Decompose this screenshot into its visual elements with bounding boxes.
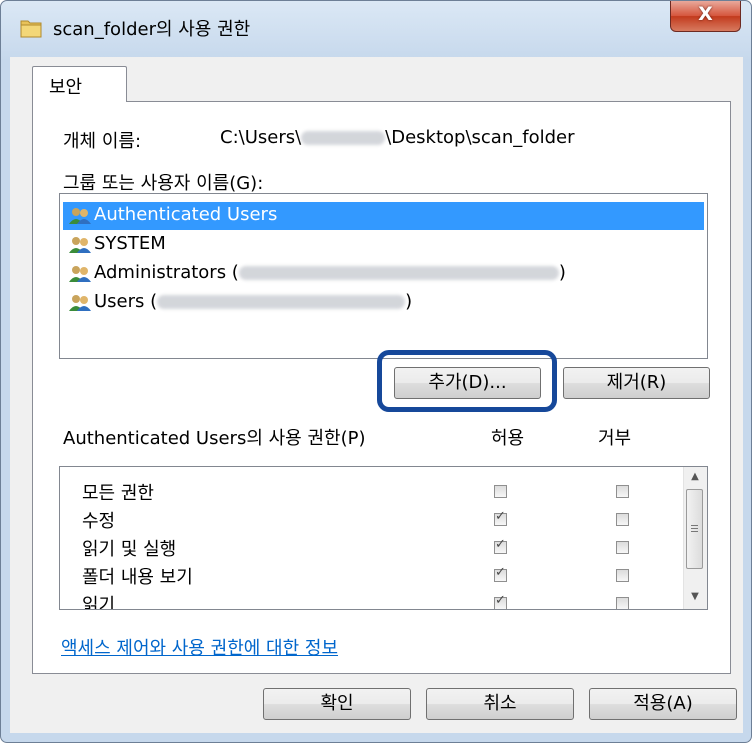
users-group-icon	[69, 208, 91, 224]
permission-row: 모든 권한	[60, 477, 680, 505]
permissions-info-link[interactable]: 액세스 제어와 사용 권한에 대한 정보	[61, 634, 338, 660]
list-item[interactable]: Authenticated Users	[63, 202, 704, 230]
grip-line	[691, 528, 698, 529]
list-item-name: Users (	[94, 291, 158, 312]
allow-checkbox	[494, 593, 507, 609]
deny-checkbox	[616, 569, 629, 582]
window-title: scan_folder의 사용 권한	[53, 19, 251, 40]
permission-row: 읽기	[60, 589, 680, 610]
list-item-label: Administrators ()	[94, 262, 566, 283]
object-path-prefix: C:\Users\	[220, 127, 302, 148]
remove-button[interactable]: 제거(R)	[563, 367, 710, 399]
permission-row: 수정	[60, 505, 680, 533]
users-group-icon	[69, 266, 91, 282]
cancel-button[interactable]: 취소	[426, 688, 574, 720]
tab-security[interactable]: 보안	[32, 66, 127, 102]
list-item[interactable]: SYSTEM	[63, 231, 704, 259]
list-item-label: Authenticated Users	[94, 204, 278, 225]
allow-header: 허용	[491, 428, 525, 449]
groups-listbox[interactable]: Authenticated Users SYSTEM Administrator…	[59, 193, 708, 359]
list-item[interactable]: Users ()	[63, 289, 704, 317]
list-item-name: Administrators (	[94, 262, 239, 283]
deny-header: 거부	[598, 428, 632, 449]
object-path-suffix: \Desktop\scan_folder	[385, 127, 575, 148]
permissions-list[interactable]: 모든 권한 수정 읽기 및 실행 폴더 내용 보기 읽기 ▲	[59, 466, 708, 610]
scrollbar-thumb[interactable]	[686, 489, 703, 569]
permissions-label: Authenticated Users의 사용 권한(P)	[63, 428, 366, 449]
scroll-up-icon[interactable]: ▲	[684, 467, 706, 487]
object-path: C:\Users\ \Desktop\scan_folder	[220, 127, 575, 148]
groups-label: 그룹 또는 사용자 이름(G):	[63, 173, 264, 194]
redacted-account	[157, 295, 406, 309]
permission-label: 폴더 내용 보기	[82, 567, 193, 588]
scroll-down-icon[interactable]: ▼	[684, 587, 706, 607]
list-item-suffix: )	[405, 291, 413, 312]
add-button-highlight	[377, 350, 557, 412]
allow-checkbox	[494, 537, 507, 554]
close-icon: X	[698, 3, 713, 25]
permission-label: 수정	[82, 511, 116, 532]
apply-button[interactable]: 적용(A)	[589, 688, 737, 720]
deny-checkbox	[616, 513, 629, 526]
folder-icon	[20, 20, 42, 38]
list-item[interactable]: Administrators ()	[63, 260, 704, 288]
deny-checkbox	[616, 485, 629, 498]
list-item-label: SYSTEM	[94, 233, 166, 254]
redacted-account	[238, 266, 559, 280]
list-item-label: Users ()	[94, 291, 412, 312]
permission-label: 모든 권한	[82, 483, 154, 504]
permissions-dialog: scan_folder의 사용 권한 X 보안 개체 이름: C:\Users\…	[0, 0, 752, 743]
title-bar[interactable]: scan_folder의 사용 권한 X	[1, 1, 751, 57]
list-item-suffix: )	[558, 262, 566, 283]
users-group-icon	[69, 295, 91, 311]
tab-security-label: 보안	[49, 77, 83, 98]
redacted-username	[301, 131, 386, 145]
allow-checkbox	[494, 485, 507, 498]
permission-label: 읽기	[82, 595, 116, 610]
grip-line	[691, 531, 698, 532]
grip-line	[691, 525, 698, 526]
users-group-icon	[69, 237, 91, 253]
allow-checkbox	[494, 509, 507, 526]
allow-checkbox	[494, 565, 507, 582]
close-button[interactable]: X	[670, 1, 741, 32]
permission-label: 읽기 및 실행	[82, 539, 177, 560]
deny-checkbox	[616, 597, 629, 609]
permission-row: 읽기 및 실행	[60, 533, 680, 561]
permission-row: 폴더 내용 보기	[60, 561, 680, 589]
object-name-label: 개체 이름:	[63, 131, 142, 152]
ok-button[interactable]: 확인	[263, 688, 411, 720]
deny-checkbox	[616, 541, 629, 554]
permissions-scrollbar[interactable]: ▲ ▼	[683, 467, 707, 609]
